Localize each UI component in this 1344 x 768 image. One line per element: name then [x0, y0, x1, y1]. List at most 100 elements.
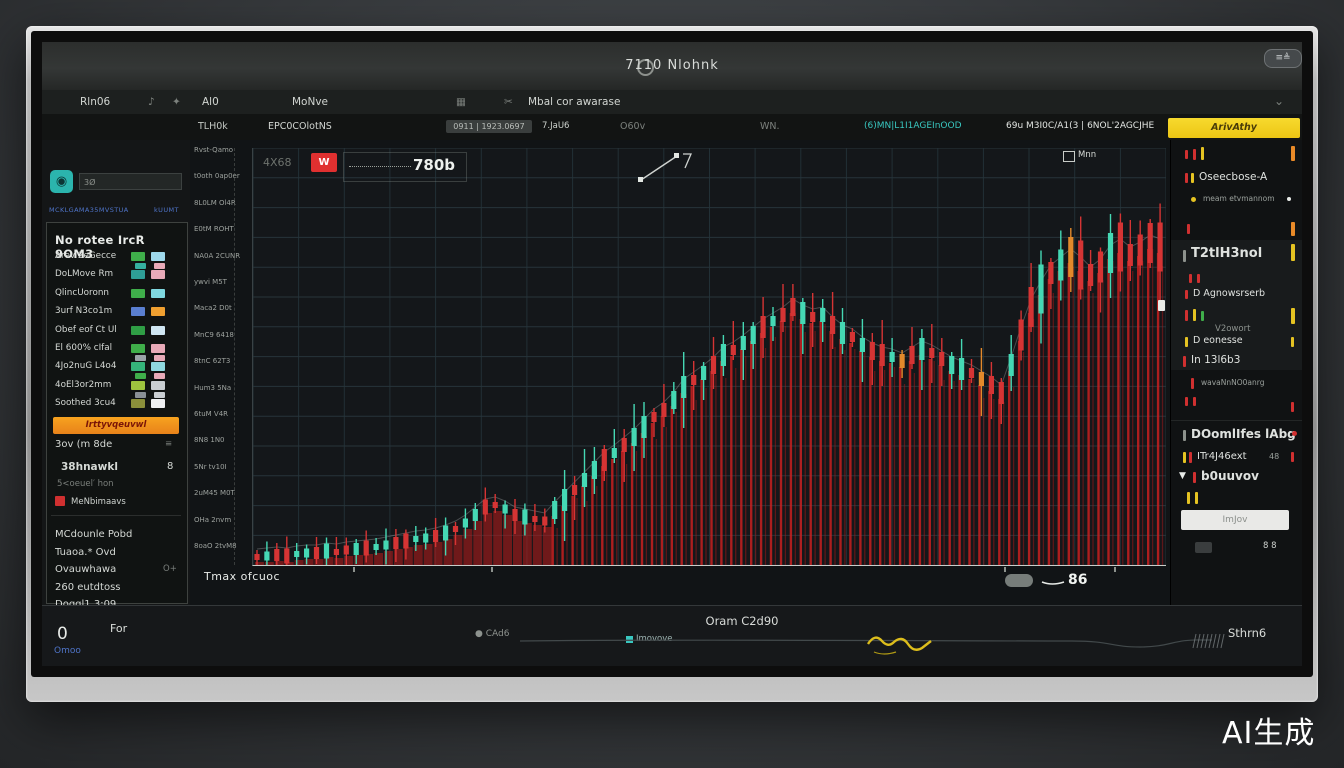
panel-row-7-toggle[interactable]: O+ — [163, 564, 177, 574]
value-2: 7.JaU6 — [542, 121, 569, 131]
rightbar-button[interactable]: ImJov — [1181, 510, 1289, 530]
note-icon[interactable]: ♪ — [148, 96, 155, 108]
trendline-tool-icon[interactable] — [633, 148, 693, 188]
sidebar-link-1[interactable]: MCKLGAMA35MVSTUA — [49, 206, 129, 214]
yellow-tick — [1187, 492, 1190, 504]
legend-item-label[interactable]: Soothed 3cu4 — [55, 398, 116, 408]
y-axis-label: 2uM45 M0T — [194, 489, 250, 497]
legend-item-label[interactable]: DoLMove Rm — [55, 269, 113, 279]
menu-item-1[interactable]: Rln06 — [80, 96, 110, 108]
watch-item[interactable]: In 13l6b3 — [1191, 354, 1240, 366]
legend-color-swatch[interactable] — [151, 289, 165, 298]
scissors-icon[interactable]: ✂ — [504, 96, 513, 108]
menu-item-2[interactable]: Al0 — [202, 96, 219, 108]
legend-color-swatch[interactable] — [131, 270, 145, 279]
legend-item-label[interactable]: Obef eof Ct Ul — [55, 325, 117, 335]
watch-item[interactable]: D eonesse — [1193, 335, 1243, 346]
legend-item-label[interactable]: 3urf N3co1m — [55, 306, 112, 316]
caret-icon[interactable]: ▼ — [1179, 471, 1186, 481]
menu-bar: Rln06 ♪ ✦ Al0 MoNve ▦ ✂ Mbal cor awarase… — [42, 90, 1302, 115]
star-icon[interactable]: ✦ — [172, 96, 181, 108]
watch-item[interactable]: ITr4J46ext — [1197, 451, 1247, 462]
legend-color-swatch[interactable] — [131, 399, 145, 408]
red-tick — [1189, 274, 1192, 283]
legend-item-label[interactable]: Arev 2eGecce — [55, 251, 116, 261]
legend-color-swatch[interactable] — [151, 344, 165, 353]
x-tick — [353, 567, 355, 572]
legend-color-swatch[interactable] — [131, 344, 145, 353]
toolbar-white-text: 69u M3I0C/A1(3 | 6NOL'2AGCJHE — [1006, 121, 1154, 131]
watch-item[interactable]: D Agnowsrserb — [1193, 288, 1265, 299]
legend-item-label[interactable]: El 600% cIfal — [55, 343, 112, 353]
primary-cta-button[interactable]: ArivAthy — [1168, 118, 1300, 138]
x-axis-label: Tmax ofcuoc — [204, 570, 280, 583]
chevron-down-icon[interactable]: ⌄ — [1274, 94, 1284, 108]
legend-item-label[interactable]: QlincUoronn — [55, 288, 109, 298]
watch-header[interactable]: DOomlIfes lAbg — [1191, 427, 1296, 441]
legend-color-swatch[interactable] — [151, 381, 165, 390]
orange-action-button[interactable]: Irttyvqeuvwl — [53, 417, 179, 434]
yellow-tick — [1291, 337, 1294, 347]
red-tick — [1291, 452, 1294, 462]
grid-icon[interactable]: ▦ — [456, 96, 466, 108]
menu-lines-icon[interactable]: ≡ — [165, 439, 172, 449]
legend-item-label[interactable]: 4oEl3or2mm — [55, 380, 111, 390]
legend-color-swatch[interactable] — [151, 399, 165, 408]
red-tick — [1185, 290, 1188, 299]
legend-color-swatch[interactable] — [151, 362, 165, 371]
y-axis-label: NA0A 2CUNR — [194, 252, 250, 260]
red-tick — [1185, 397, 1188, 406]
legend-sub-swatch — [154, 373, 165, 379]
yellow-bar — [1291, 308, 1295, 324]
toolbar-teal-text: (6)MN|L1I1AGEInOOD — [864, 121, 962, 131]
panel-row-6[interactable]: Tuaoa.* Ovd — [55, 547, 116, 558]
search-icon[interactable]: ◉ — [50, 170, 73, 193]
panel-row-5[interactable]: MCdounle Pobd — [55, 529, 132, 540]
y-axis-label: 5Nr tv10I — [194, 463, 250, 471]
legend-color-swatch[interactable] — [131, 326, 145, 335]
legend-color-swatch[interactable] — [151, 326, 165, 335]
watch-header[interactable]: T2tlH3nol — [1191, 246, 1262, 261]
timeline-sparkline[interactable] — [512, 630, 1252, 660]
panel-row-7[interactable]: Ovauwhawa — [55, 564, 116, 575]
y-axis-label: ywvi M5T — [194, 278, 250, 286]
layers-icon[interactable] — [1063, 151, 1075, 162]
panel-row-8[interactable]: 260 eutdtoss — [55, 582, 120, 593]
legend-color-swatch[interactable] — [131, 362, 145, 371]
legend-color-swatch[interactable] — [131, 289, 145, 298]
toolbar-item-1[interactable]: TLH0k — [198, 121, 228, 132]
timeline-label: ● CAd6 — [475, 629, 509, 639]
search-input[interactable]: 3Ø — [79, 173, 182, 190]
window-controls[interactable]: ≡≜ — [1264, 49, 1302, 68]
panel-row-3[interactable]: 5<oeuel′ hon — [57, 479, 114, 489]
watch-header[interactable]: b0uuvov — [1201, 469, 1259, 483]
pill-icon[interactable] — [1005, 574, 1033, 587]
candlestick-plot[interactable]: 4X68 W 780b Mnn — [252, 148, 1166, 566]
legend-color-swatch[interactable] — [131, 307, 145, 316]
red-tick — [1185, 150, 1188, 159]
sidebar-link-2[interactable]: kUUMT — [154, 206, 179, 214]
panel-row-2[interactable]: 38hnawkl — [61, 461, 118, 473]
monitor-bezel: 7110 Nlohnk ≡≜ Rln06 ♪ ✦ Al0 MoNve ▦ ✂ M… — [26, 26, 1318, 702]
panel-row-1[interactable]: 3ov (m 8de — [55, 439, 112, 450]
menu-item-3[interactable]: MoNve — [292, 96, 328, 108]
legend-color-swatch[interactable] — [151, 270, 165, 279]
y-axis-label: t0oth 0ap0er — [194, 172, 250, 180]
app-screen: 7110 Nlohnk ≡≜ Rln06 ♪ ✦ Al0 MoNve ▦ ✂ M… — [42, 42, 1302, 666]
y-axis-label: 6tuM V4R — [194, 410, 250, 418]
panel-row-4[interactable]: MeNbimaavs — [71, 497, 126, 507]
legend-color-swatch[interactable] — [131, 252, 145, 261]
toolbar-item-2[interactable]: EPC0COlotNS — [268, 121, 332, 132]
menu-item-4[interactable]: Mbal cor awarase — [528, 96, 620, 108]
y-axis-label: Hum3 5Na — [194, 384, 250, 392]
speaker-icon[interactable] — [1195, 542, 1212, 553]
legend-sub-swatch — [135, 392, 146, 398]
legend-item-label[interactable]: 4Jo2nuG L4o4 — [55, 361, 116, 371]
yellow-tick — [1183, 452, 1186, 463]
red-tick — [1187, 224, 1190, 234]
legend-color-swatch[interactable] — [131, 381, 145, 390]
legend-color-swatch[interactable] — [151, 307, 165, 316]
watch-item[interactable]: Oseecbose-A — [1199, 171, 1267, 183]
blue-link[interactable]: Omoo — [54, 646, 81, 656]
legend-color-swatch[interactable] — [151, 252, 165, 261]
